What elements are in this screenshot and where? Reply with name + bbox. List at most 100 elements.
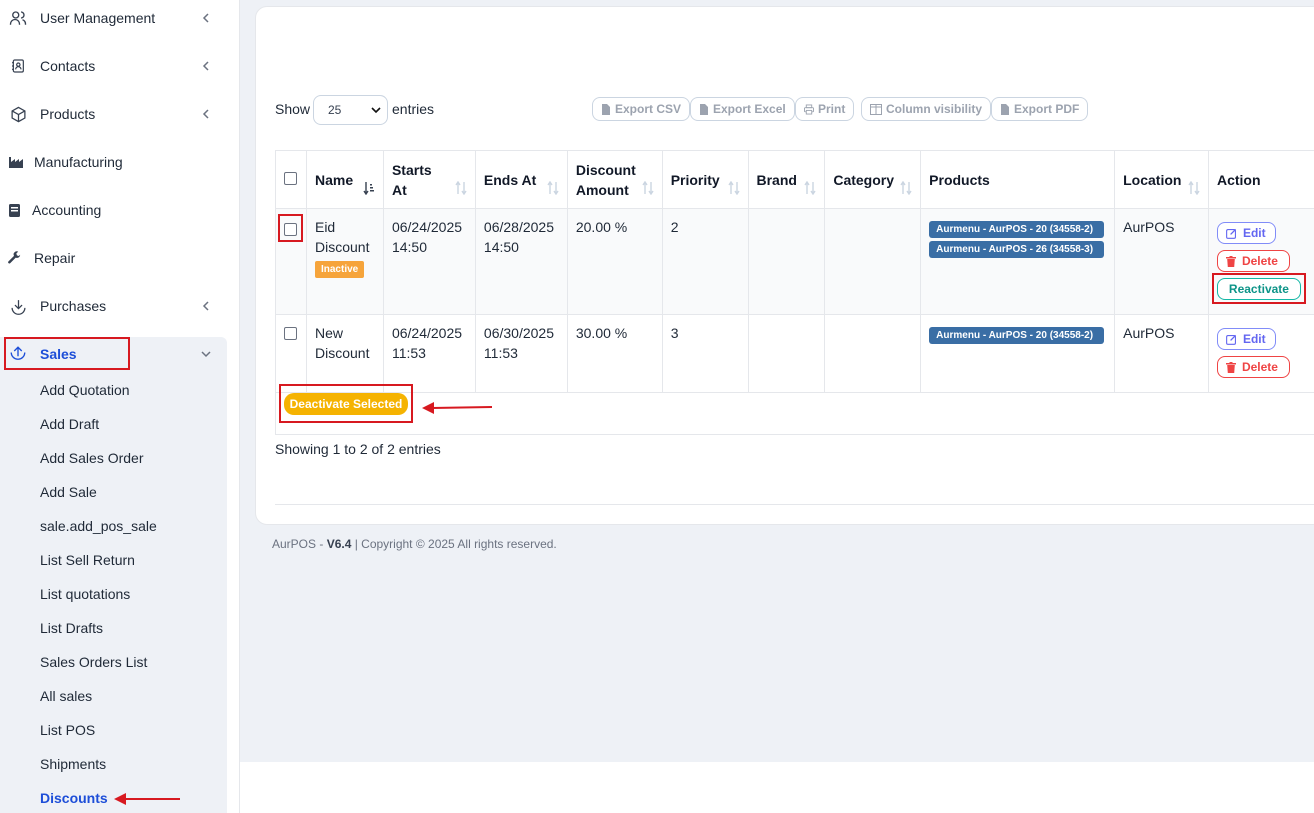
sidebar-item-label: User Management (40, 10, 156, 26)
delete-label: Delete (1241, 254, 1278, 268)
page-length-select[interactable]: 25 (313, 95, 388, 125)
status-badge: Inactive (314, 261, 365, 278)
annotation-arrow-discounts (114, 793, 180, 805)
sidebar-subitem-shipments[interactable]: Shipments (40, 756, 106, 772)
location-cell: AurPOS (1114, 314, 1209, 393)
columns-icon (870, 103, 882, 115)
sidebar-item-label: Purchases (40, 298, 107, 314)
table-row: Eid Discount Inactive 06/24/2025 14:50 0… (275, 208, 1314, 315)
category-cell (824, 208, 922, 315)
cube-icon (8, 104, 28, 124)
name-cell: New Discount (305, 314, 384, 393)
chevron-left-icon (202, 61, 209, 71)
sidebar-subitem-add-quotation[interactable]: Add Quotation (40, 382, 130, 398)
edit-button[interactable]: Edit (1216, 328, 1276, 350)
entries-label: entries (392, 101, 435, 117)
edit-icon (1226, 334, 1237, 345)
sidebar-item-manufacturing[interactable]: Manufacturing (0, 138, 227, 186)
discount-name: Eid Discount (314, 219, 370, 255)
delete-button[interactable]: Delete (1216, 356, 1290, 378)
delete-label: Delete (1241, 360, 1278, 374)
column-header-location[interactable]: Location (1114, 150, 1209, 209)
sidebar-item-label: Contacts (40, 58, 96, 74)
print-icon (804, 104, 814, 114)
sidebar-item-products[interactable]: Products (0, 90, 227, 138)
ends-at-cell: 06/28/2025 14:50 (474, 208, 568, 315)
sort-icon (804, 181, 816, 195)
select-all-checkbox[interactable] (284, 171, 297, 185)
sidebar-subitem-add-sales-order[interactable]: Add Sales Order (40, 450, 144, 466)
annotation-box-deactivate (279, 384, 413, 423)
column-header-name[interactable]: Name (305, 150, 384, 209)
product-badge: Aurmenu - AurPOS - 26 (34558-3) (929, 241, 1105, 258)
chevron-left-icon (202, 301, 209, 311)
divider (275, 504, 1314, 505)
priority-cell: 3 (661, 314, 749, 393)
sidebar-subitem-add-sale[interactable]: Add Sale (40, 484, 97, 500)
discount-amount-cell: 20.00 % (566, 208, 663, 315)
priority-cell: 2 (661, 208, 749, 315)
file-pdf-icon (1001, 103, 1009, 115)
sidebar-subitem-discounts[interactable]: Discounts (40, 790, 108, 806)
products-cell: Aurmenu - AurPOS - 20 (34558-2) (920, 314, 1116, 393)
sidebar-subitem-list-drafts[interactable]: List Drafts (40, 620, 103, 636)
sidebar-item-accounting[interactable]: Accounting (0, 186, 227, 234)
name-cell: Eid Discount Inactive (305, 208, 384, 315)
sidebar-subitem-list-sell-return[interactable]: List Sell Return (40, 552, 135, 568)
sidebar-item-purchases[interactable]: Purchases (0, 282, 227, 330)
sidebar-item-repair[interactable]: Repair (0, 234, 227, 282)
column-header-ends-at[interactable]: Ends At (474, 150, 568, 209)
product-badge: Aurmenu - AurPOS - 20 (34558-2) (929, 327, 1105, 344)
sidebar-item-label: Products (40, 106, 96, 122)
factory-icon (6, 152, 26, 172)
sort-icon (727, 181, 740, 195)
sidebar-item-user-management[interactable]: User Management (0, 0, 227, 42)
sort-icon (642, 181, 654, 195)
delete-button[interactable]: Delete (1216, 250, 1290, 272)
page-length-value: 25 (328, 103, 342, 117)
sidebar-subitem-all-sales[interactable]: All sales (40, 688, 92, 704)
column-visibility-button[interactable]: Column visibility (861, 97, 992, 121)
sidebar-subitem-list-pos[interactable]: List POS (40, 722, 95, 738)
discount-name: New Discount (314, 325, 370, 361)
footer-app: AurPOS - (272, 537, 327, 551)
row-checkbox[interactable] (284, 327, 297, 340)
sidebar-subitem-list-quotations[interactable]: List quotations (40, 586, 130, 602)
column-header-brand[interactable]: Brand (747, 150, 826, 209)
file-excel-icon (700, 103, 708, 115)
sidebar: User Management Contacts Products Manufa… (0, 0, 240, 813)
sales-submenu (0, 337, 227, 813)
edit-button[interactable]: Edit (1216, 222, 1276, 244)
export-excel-button[interactable]: Export Excel (690, 97, 795, 121)
ends-at-cell: 06/30/2025 11:53 (474, 314, 568, 393)
sidebar-subitem-add-pos-sale[interactable]: sale.add_pos_sale (40, 518, 157, 534)
column-header-category[interactable]: Category (824, 150, 922, 209)
starts-at-cell: 06/24/2025 11:53 (382, 314, 476, 393)
sidebar-item-contacts[interactable]: Contacts (0, 42, 227, 90)
edit-icon (1226, 228, 1237, 239)
chevron-left-icon (202, 13, 209, 23)
main-bottom-area (240, 762, 1314, 813)
brand-cell (747, 314, 826, 393)
sidebar-subitem-sales-orders-list[interactable]: Sales Orders List (40, 654, 147, 670)
footer-version: V6.4 (326, 537, 352, 551)
sidebar-subitem-add-draft[interactable]: Add Draft (40, 416, 99, 432)
sidebar-item-label: Manufacturing (34, 154, 123, 170)
export-csv-button[interactable]: Export CSV (592, 97, 691, 121)
column-header-products: Products (920, 150, 1116, 209)
page-footer: AurPOS - V6.4 | Copyright © 2025 All rig… (272, 537, 557, 551)
table-row: New Discount 06/24/2025 11:53 06/30/2025… (275, 314, 1314, 393)
users-icon (8, 8, 28, 28)
starts-at-cell: 06/24/2025 14:50 (382, 208, 476, 315)
export-pdf-button[interactable]: Export PDF (991, 97, 1089, 121)
select-all-cell (275, 150, 307, 209)
wrench-icon (4, 248, 24, 268)
column-header-priority[interactable]: Priority (661, 150, 749, 209)
download-icon (8, 296, 28, 316)
sidebar-item-label: Accounting (32, 202, 102, 218)
column-header-starts-at[interactable]: Starts At (382, 150, 476, 209)
products-cell: Aurmenu - AurPOS - 20 (34558-2) Aurmenu … (920, 208, 1116, 315)
footer-copyright: | Copyright © 2025 All rights reserved. (351, 537, 557, 551)
print-button[interactable]: Print (795, 97, 855, 121)
column-header-discount-amount[interactable]: Discount Amount (566, 150, 663, 209)
